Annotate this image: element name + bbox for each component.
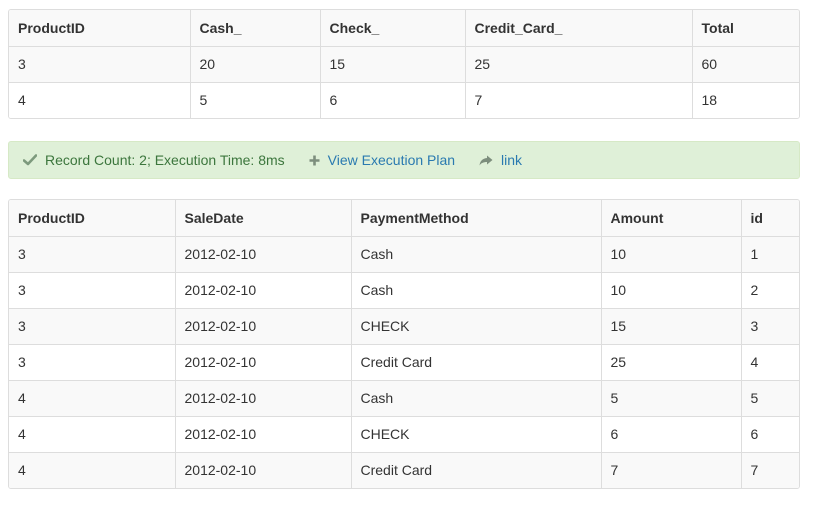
share-arrow-icon <box>479 155 493 166</box>
table-cell: 7 <box>741 451 799 488</box>
table-cell: Cash <box>351 271 602 308</box>
permalink-link[interactable]: link <box>479 152 522 168</box>
column-header: ProductID <box>9 200 176 236</box>
view-execution-plan-link[interactable]: View Execution Plan <box>309 152 455 168</box>
table-cell: 60 <box>692 45 799 82</box>
table-cell: 2012-02-10 <box>175 343 352 380</box>
table-cell: 2012-02-10 <box>175 271 352 308</box>
table-cell: 3 <box>9 271 176 308</box>
column-header: Check_ <box>320 10 466 46</box>
column-header: ProductID <box>9 10 191 46</box>
table-cell: 2012-02-10 <box>175 451 352 488</box>
check-icon <box>23 154 37 166</box>
table-row: 3 2012-02-10 Cash 10 1 <box>9 235 799 272</box>
table-cell: 10 <box>601 271 742 308</box>
table-cell: 7 <box>465 81 693 118</box>
table-row: 4 2012-02-10 Credit Card 7 7 <box>9 451 799 488</box>
table-cell: Cash <box>351 379 602 416</box>
column-header: PaymentMethod <box>351 200 602 236</box>
table-cell: Credit Card <box>351 451 602 488</box>
table-cell: 2012-02-10 <box>175 235 352 272</box>
table-cell: 4 <box>9 415 176 452</box>
table-cell: Cash <box>351 235 602 272</box>
column-header: Total <box>701 19 734 36</box>
table-cell: 4 <box>9 81 191 118</box>
sales-results-table: ProductID SaleDate PaymentMethod Amount … <box>8 199 800 489</box>
table-cell: 2 <box>741 271 799 308</box>
table-cell: 25 <box>601 343 742 380</box>
table-cell: 3 <box>741 307 799 344</box>
column-header: Credit_Card_ <box>465 10 693 46</box>
table-header-row: ProductID SaleDate PaymentMethod Amount … <box>9 200 799 236</box>
table-cell: 5 <box>190 81 321 118</box>
table-cell: 3 <box>9 45 191 82</box>
table-cell: 2012-02-10 <box>175 379 352 416</box>
table-cell: 3 <box>9 343 176 380</box>
table-cell: 20 <box>190 45 321 82</box>
link-label: link <box>501 152 523 168</box>
table-row: 3 2012-02-10 CHECK 15 3 <box>9 307 799 344</box>
table-cell: 4 <box>9 451 176 488</box>
table-cell: 15 <box>601 307 742 344</box>
table-row: 3 2012-02-10 Credit Card 25 4 <box>9 343 799 380</box>
column-header: Cash_ <box>190 10 321 46</box>
table-row: 3 20 15 25 60 <box>9 45 799 82</box>
table-cell: 4 <box>741 343 799 380</box>
record-count-text: Record Count: 2; Execution Time: 8ms <box>45 152 285 168</box>
table-cell: CHECK <box>351 307 602 344</box>
table-cell: 5 <box>741 379 799 416</box>
table-cell: 4 <box>9 379 176 416</box>
table-cell: CHECK <box>351 415 602 452</box>
table-cell: 10 <box>601 235 742 272</box>
table-cell: Credit Card <box>351 343 602 380</box>
table-cell: 1 <box>741 235 799 272</box>
table-header-row: ProductID Cash_ Check_ Credit_Card_ Tota… <box>9 10 799 46</box>
pivot-results-table: ProductID Cash_ Check_ Credit_Card_ Tota… <box>8 9 800 119</box>
table-cell: 6 <box>601 415 742 452</box>
table-cell: 25 <box>465 45 693 82</box>
execution-status-alert: Record Count: 2; Execution Time: 8ms Vie… <box>8 141 800 179</box>
table-cell: 6 <box>741 415 799 452</box>
table-row: 3 2012-02-10 Cash 10 2 <box>9 271 799 308</box>
table-cell: 7 <box>601 451 742 488</box>
table-row: 4 2012-02-10 Cash 5 5 <box>9 379 799 416</box>
table-cell: 3 <box>9 235 176 272</box>
column-header: id <box>750 209 763 226</box>
table-cell: 2012-02-10 <box>175 415 352 452</box>
table-cell: 15 <box>320 45 466 82</box>
table-cell: 6 <box>320 81 466 118</box>
column-header: SaleDate <box>175 200 352 236</box>
table-row: 4 2012-02-10 CHECK 6 6 <box>9 415 799 452</box>
table-cell: 18 <box>692 81 799 118</box>
table-cell: 2012-02-10 <box>175 307 352 344</box>
column-header: Amount <box>601 200 742 236</box>
view-execution-plan-label: View Execution Plan <box>327 152 456 168</box>
plus-icon <box>309 155 320 166</box>
table-row: 4 5 6 7 18 <box>9 81 799 118</box>
table-cell: 3 <box>9 307 176 344</box>
table-cell: 5 <box>601 379 742 416</box>
